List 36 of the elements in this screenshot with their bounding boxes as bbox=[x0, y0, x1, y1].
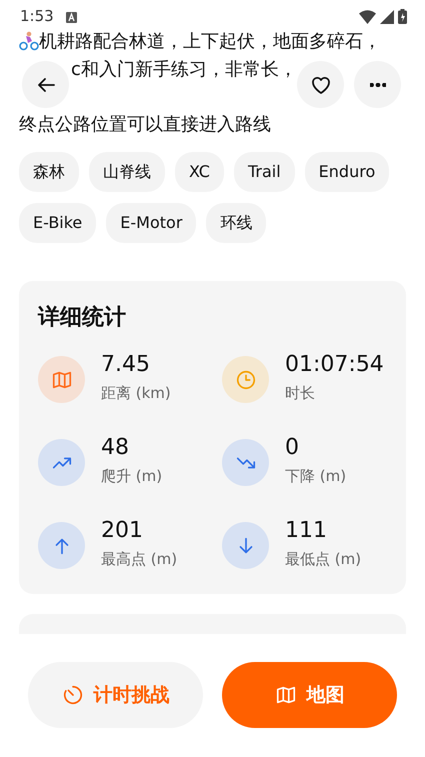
favorite-button[interactable] bbox=[297, 61, 344, 108]
stat-value: 0 bbox=[285, 435, 300, 461]
description-text: 终点公路位置可以直接进入路线 bbox=[19, 112, 271, 136]
battery-icon bbox=[398, 9, 407, 24]
stat-label: 爬升 (m) bbox=[101, 466, 162, 487]
tag-chip[interactable]: E-Motor bbox=[106, 203, 196, 243]
back-button[interactable] bbox=[22, 61, 69, 108]
signal-icon bbox=[380, 10, 394, 24]
stat-label: 最低点 (m) bbox=[285, 549, 362, 570]
tag-chip[interactable]: 森林 bbox=[19, 152, 79, 192]
more-icon bbox=[370, 82, 386, 86]
status-time: 1:53 bbox=[20, 6, 54, 28]
tag-chip[interactable]: XC bbox=[175, 152, 224, 192]
tag-chip[interactable]: E-Bike bbox=[19, 203, 96, 243]
section-title: 详细统计 bbox=[38, 304, 127, 332]
more-button[interactable] bbox=[354, 61, 401, 108]
tag-chip[interactable]: Trail bbox=[234, 152, 295, 192]
stat-value: 48 bbox=[101, 435, 130, 461]
stat-label: 最高点 (m) bbox=[101, 549, 178, 570]
description-text: 机耕路配合林道，上下起伏，地面多碎石， bbox=[39, 30, 381, 54]
map-icon bbox=[274, 684, 296, 706]
tag-chip[interactable]: 环线 bbox=[206, 203, 266, 243]
timer-icon bbox=[62, 684, 84, 706]
tag-chip[interactable]: Enduro bbox=[304, 152, 390, 192]
stat-label: 下降 (m) bbox=[285, 466, 346, 487]
description-text: c和入门新手练习，非常长， bbox=[71, 58, 297, 82]
wifi-icon bbox=[359, 10, 376, 24]
stat-value: 201 bbox=[101, 518, 144, 544]
stat-label: 距离 (km) bbox=[101, 383, 171, 404]
stat-value: 7.45 bbox=[101, 352, 151, 378]
cyclist-icon bbox=[19, 31, 39, 51]
stat-value: 01:07:54 bbox=[285, 352, 384, 378]
notification-icon bbox=[66, 12, 77, 23]
stat-label: 时长 bbox=[285, 383, 316, 404]
stat-value: 111 bbox=[285, 518, 328, 544]
tag-chip[interactable]: 山脊线 bbox=[89, 152, 165, 192]
